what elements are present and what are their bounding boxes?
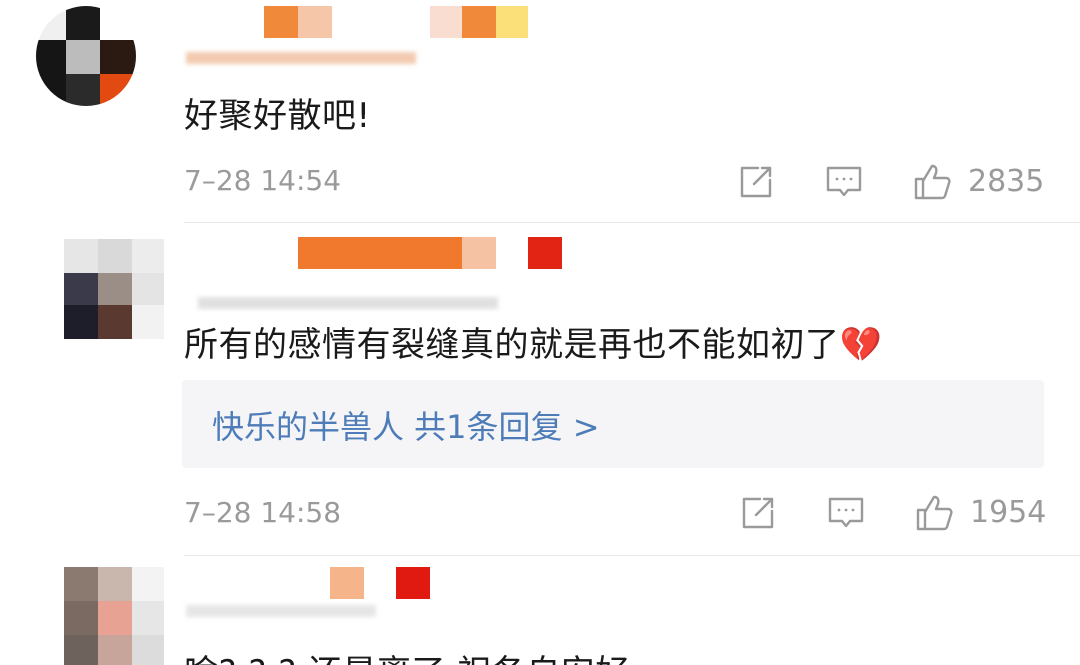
timestamp: 7–28 14:58 (184, 496, 342, 529)
comment-icon[interactable] (826, 493, 866, 533)
comment-icon[interactable] (824, 162, 864, 202)
comment-text: 所有的感情有裂缝真的就是再也不能如初了💔 (184, 325, 883, 365)
like-count: 1954 (970, 495, 1047, 530)
comment-item: 好聚好散吧! 7–28 14:54 2835 (0, 0, 1080, 225)
like-count: 2835 (968, 164, 1045, 199)
thumbs-up-icon (914, 164, 951, 200)
avatar[interactable] (64, 239, 164, 339)
divider (184, 222, 1080, 223)
repost-icon[interactable] (736, 162, 776, 202)
divider (184, 555, 1080, 556)
comment-item: 所有的感情有裂缝真的就是再也不能如初了💔 快乐的半兽人 共1条回复 > 7–28… (0, 225, 1080, 557)
thumbs-up-icon (916, 495, 953, 531)
comment-actions: 2835 (736, 162, 1056, 202)
avatar[interactable] (36, 6, 136, 106)
reply-preview[interactable]: 快乐的半兽人 共1条回复 > (182, 380, 1044, 468)
like-button[interactable]: 1954 (914, 493, 1054, 533)
reply-link[interactable]: 快乐的半兽人 共1条回复 > (212, 402, 600, 448)
comment-item: 啥? ? ? 还是离了 祝各自安好 (0, 557, 1080, 665)
comment-text: 啥? ? ? 还是离了 祝各自安好 (184, 645, 630, 665)
repost-icon[interactable] (738, 493, 778, 533)
timestamp: 7–28 14:54 (184, 164, 342, 197)
comment-text: 好聚好散吧! (184, 96, 371, 136)
comment-actions: 1954 (738, 493, 1058, 533)
like-button[interactable]: 2835 (912, 162, 1052, 202)
avatar[interactable] (64, 567, 164, 665)
